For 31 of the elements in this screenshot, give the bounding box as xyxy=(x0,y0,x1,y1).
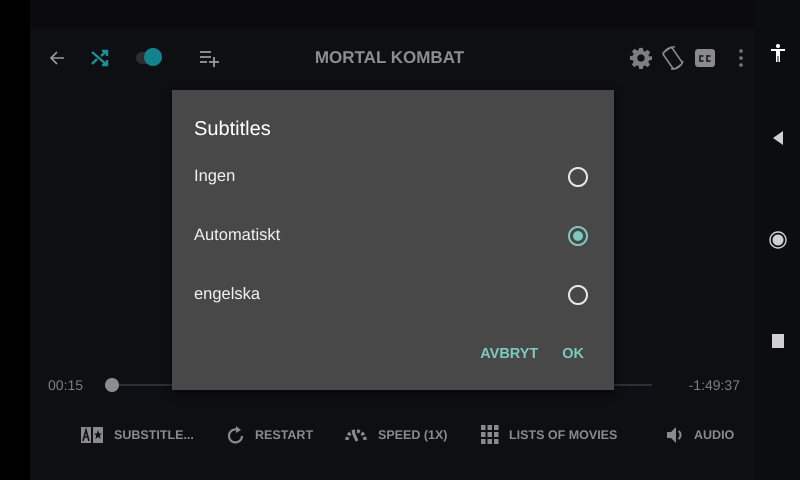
toolbar-button[interactable]: RESTART xyxy=(227,425,344,445)
toggle-switch[interactable] xyxy=(136,48,162,68)
accessibility-icon[interactable] xyxy=(771,44,785,62)
back-icon[interactable] xyxy=(772,130,784,146)
subtitle-option[interactable]: Automatiskt xyxy=(194,206,614,265)
toolbar-button[interactable]: SPEED (1X) xyxy=(344,426,481,444)
grid-icon xyxy=(481,425,499,445)
speaker-icon xyxy=(666,426,684,444)
remaining-time: -1:49:37 xyxy=(688,377,740,393)
restart-icon xyxy=(227,425,245,445)
recents-icon[interactable] xyxy=(772,334,784,348)
dialog-button[interactable]: AVBRYT xyxy=(480,346,538,362)
rotate-button[interactable] xyxy=(661,45,685,71)
toolbar-button[interactable]: SUBSTITLE... xyxy=(80,425,227,445)
toolbar-button[interactable]: LISTS OF MOVIES xyxy=(481,425,666,445)
translate-icon xyxy=(80,425,104,445)
movie-title: MORTAL KOMBAT xyxy=(314,48,466,68)
dialog-title: Subtitles xyxy=(194,118,272,141)
dialog-button[interactable]: OK xyxy=(562,346,584,362)
home-icon[interactable] xyxy=(768,231,786,249)
seek-thumb[interactable] xyxy=(105,378,120,392)
elapsed-time: 00:15 xyxy=(48,377,84,393)
playlist-add-button[interactable] xyxy=(198,48,220,68)
cc-button[interactable] xyxy=(695,49,715,67)
more-button[interactable] xyxy=(737,48,745,68)
cc-icon xyxy=(698,54,712,62)
subtitle-option[interactable]: Ingen xyxy=(194,147,614,206)
subtitle-option[interactable]: engelska xyxy=(194,265,614,324)
settings-button[interactable] xyxy=(629,46,653,70)
toolbar-button[interactable]: AUDIO xyxy=(666,426,734,444)
radio-button[interactable] xyxy=(568,226,588,246)
